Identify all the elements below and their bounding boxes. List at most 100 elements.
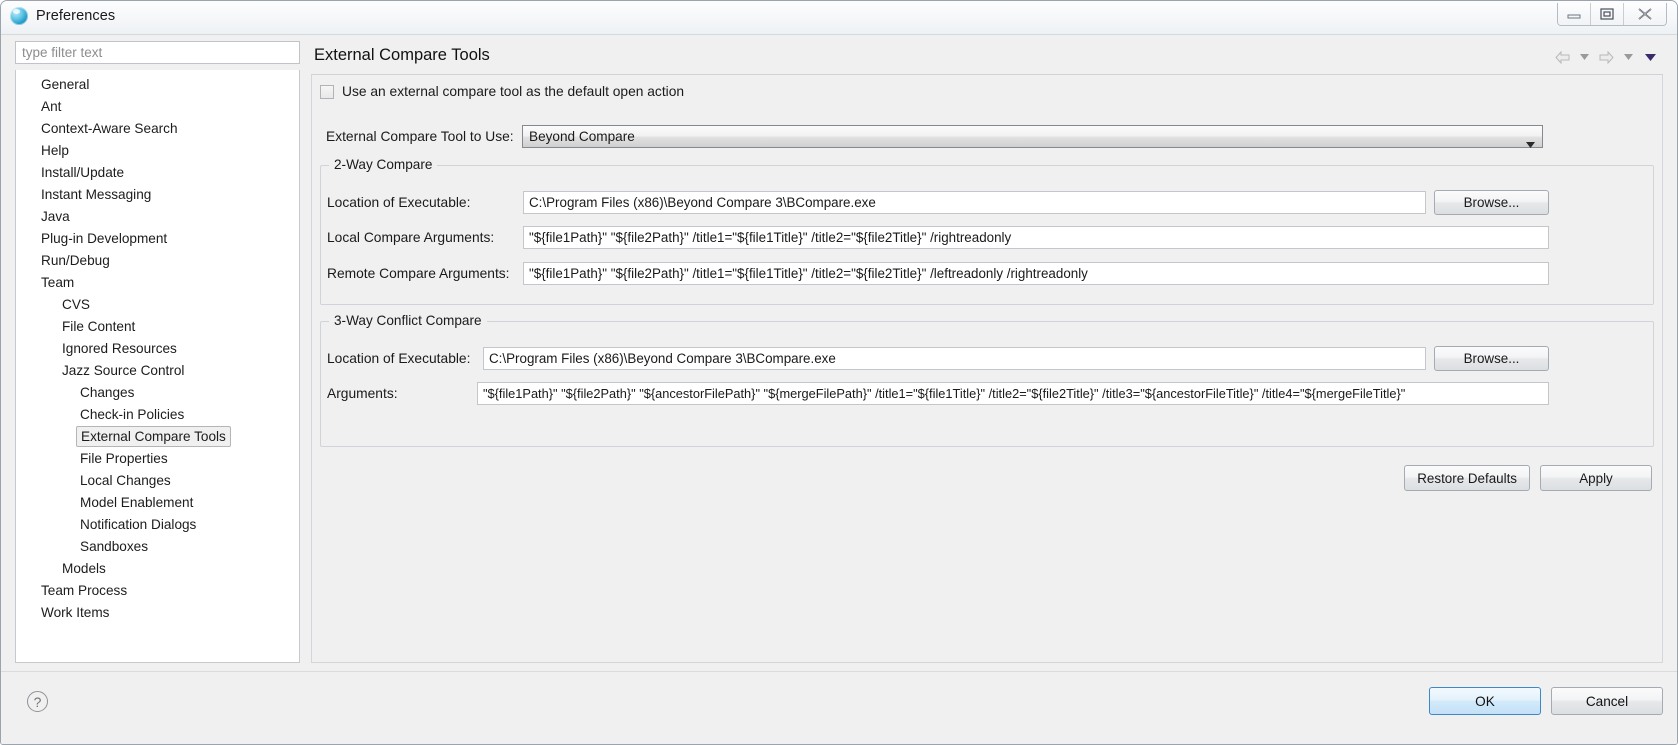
apply-button[interactable]: Apply	[1540, 465, 1652, 491]
sidebar-item-label: Changes	[80, 385, 135, 400]
sidebar-item-ant[interactable]: Ant	[16, 96, 299, 118]
three-way-args-row: Arguments:	[327, 382, 1549, 405]
two-way-remote-args-input[interactable]	[523, 262, 1549, 285]
sidebar-item-check-in-policies[interactable]: Check-in Policies	[16, 404, 299, 426]
sidebar-item-help[interactable]: Help	[16, 140, 299, 162]
two-way-remote-args-label: Remote Compare Arguments:	[327, 266, 510, 281]
sidebar-item-label: External Compare Tools	[76, 425, 231, 447]
forward-dropdown-icon[interactable]	[1618, 48, 1638, 66]
sidebar-item-sandboxes[interactable]: Sandboxes	[16, 536, 299, 558]
sidebar-item-label: Instant Messaging	[41, 187, 152, 202]
window-controls	[1557, 3, 1667, 26]
sidebar-item-ignored-resources[interactable]: Ignored Resources	[16, 338, 299, 360]
sidebar-item-label: Notification Dialogs	[80, 517, 197, 532]
three-way-executable-row: Location of Executable: Browse...	[327, 346, 1549, 371]
help-question-icon[interactable]: ?	[27, 691, 48, 712]
back-dropdown-icon[interactable]	[1574, 48, 1594, 66]
three-way-args-label: Arguments:	[327, 386, 398, 401]
sidebar-item-label: Java	[41, 209, 70, 224]
sidebar-item-changes[interactable]: Changes	[16, 382, 299, 404]
sidebar-item-notification-dialogs[interactable]: Notification Dialogs	[16, 514, 299, 536]
sidebar-item-team-process[interactable]: Team Process	[16, 580, 299, 602]
sidebar-item-label: Team Process	[41, 583, 128, 598]
sidebar-item-label: Sandboxes	[80, 539, 149, 554]
page-nav-icons	[1552, 48, 1660, 66]
two-way-executable-row: Location of Executable: Browse...	[327, 190, 1549, 215]
sidebar-item-label: Check-in Policies	[80, 407, 185, 422]
sidebar-item-label: File Content	[62, 319, 136, 334]
sidebar-item-file-properties[interactable]: File Properties	[16, 448, 299, 470]
sidebar-item-plug-in-development[interactable]: Plug-in Development	[16, 228, 299, 250]
three-way-args-input[interactable]	[477, 382, 1549, 405]
two-way-browse-button[interactable]: Browse...	[1434, 190, 1549, 215]
preference-page: External Compare Tools Use an external c…	[311, 41, 1663, 663]
two-way-local-args-label: Local Compare Arguments:	[327, 230, 495, 245]
sidebar-item-instant-messaging[interactable]: Instant Messaging	[16, 184, 299, 206]
three-way-executable-input[interactable]	[483, 347, 1426, 370]
view-menu-dropdown-icon[interactable]	[1640, 48, 1660, 66]
sidebar-item-java[interactable]: Java	[16, 206, 299, 228]
cancel-button[interactable]: Cancel	[1551, 687, 1663, 715]
default-open-action-row[interactable]: Use an external compare tool as the defa…	[320, 84, 684, 99]
tool-selector-row: External Compare Tool to Use: Beyond Com…	[326, 125, 1543, 148]
sidebar-item-label: Jazz Source Control	[62, 363, 185, 378]
page-action-buttons: Restore Defaults Apply	[1404, 465, 1652, 491]
sidebar-item-local-changes[interactable]: Local Changes	[16, 470, 299, 492]
three-way-browse-button[interactable]: Browse...	[1434, 346, 1549, 371]
minimize-button[interactable]	[1558, 3, 1591, 25]
ok-button[interactable]: OK	[1429, 687, 1541, 715]
sidebar-item-work-items[interactable]: Work Items	[16, 602, 299, 624]
sidebar-item-cvs[interactable]: CVS	[16, 294, 299, 316]
sidebar-item-label: Run/Debug	[41, 253, 110, 268]
sidebar-item-team[interactable]: Team	[16, 272, 299, 294]
page-title: External Compare Tools	[314, 46, 490, 64]
two-way-compare-title: 2-Way Compare	[329, 157, 438, 172]
dialog-footer-buttons: OK Cancel	[1429, 687, 1663, 715]
title-bar: Preferences	[1, 1, 1677, 35]
sidebar-item-label: Ant	[41, 99, 62, 114]
sidebar-item-run-debug[interactable]: Run/Debug	[16, 250, 299, 272]
sidebar-item-context-aware-search[interactable]: Context-Aware Search	[16, 118, 299, 140]
filter-input[interactable]	[15, 41, 300, 64]
tool-selector-value: Beyond Compare	[529, 129, 635, 144]
sidebar-item-label: CVS	[62, 297, 90, 312]
sidebar-item-general[interactable]: General	[16, 74, 299, 96]
sidebar-item-label: Work Items	[41, 605, 110, 620]
sidebar-item-label: General	[41, 77, 90, 92]
sidebar-item-label: Local Changes	[80, 473, 171, 488]
sidebar-item-label: Help	[41, 143, 69, 158]
three-way-executable-label: Location of Executable:	[327, 351, 471, 366]
close-button[interactable]	[1624, 3, 1666, 25]
preference-tree-panel: General Ant Context-Aware Search Help Instal…	[15, 41, 300, 663]
page-header: External Compare Tools	[311, 41, 1663, 75]
tool-selector-combo[interactable]: Beyond Compare	[522, 125, 1543, 148]
restore-button[interactable]	[1591, 3, 1624, 25]
default-open-action-checkbox[interactable]	[320, 84, 334, 99]
three-way-compare-title: 3-Way Conflict Compare	[329, 313, 487, 328]
sidebar-item-label: Team	[41, 275, 75, 290]
sidebar-item-install-update[interactable]: Install/Update	[16, 162, 299, 184]
sidebar-item-model-enablement[interactable]: Model Enablement	[16, 492, 299, 514]
two-way-executable-input[interactable]	[523, 191, 1426, 214]
three-way-compare-group: 3-Way Conflict Compare Location of Execu…	[320, 313, 1654, 447]
page-body: Use an external compare tool as the defa…	[311, 75, 1663, 663]
default-open-action-label: Use an external compare tool as the defa…	[342, 84, 685, 99]
back-arrow-icon[interactable]	[1552, 48, 1572, 66]
preferences-dialog: Preferences General Ant Context-Aware Sear…	[0, 0, 1678, 745]
sidebar-item-label: Model Enablement	[80, 495, 194, 510]
sidebar-item-external-compare-tools[interactable]: External Compare Tools	[16, 425, 299, 448]
restore-defaults-button[interactable]: Restore Defaults	[1404, 465, 1530, 491]
chevron-down-icon[interactable]	[1526, 135, 1535, 153]
dialog-footer: ? OK Cancel	[1, 671, 1677, 744]
two-way-executable-label: Location of Executable:	[327, 195, 471, 210]
sidebar-item-jazz-source-control[interactable]: Jazz Source Control	[16, 360, 299, 382]
sidebar-item-file-content[interactable]: File Content	[16, 316, 299, 338]
sidebar-item-models[interactable]: Models	[16, 558, 299, 580]
window-title: Preferences	[36, 8, 116, 24]
forward-arrow-icon[interactable]	[1596, 48, 1616, 66]
two-way-local-args-input[interactable]	[523, 226, 1549, 249]
preference-tree[interactable]: General Ant Context-Aware Search Help Instal…	[15, 70, 300, 663]
sidebar-item-label: File Properties	[80, 451, 168, 466]
sidebar-item-label: Plug-in Development	[41, 231, 168, 246]
title-bar-left: Preferences	[10, 7, 115, 25]
